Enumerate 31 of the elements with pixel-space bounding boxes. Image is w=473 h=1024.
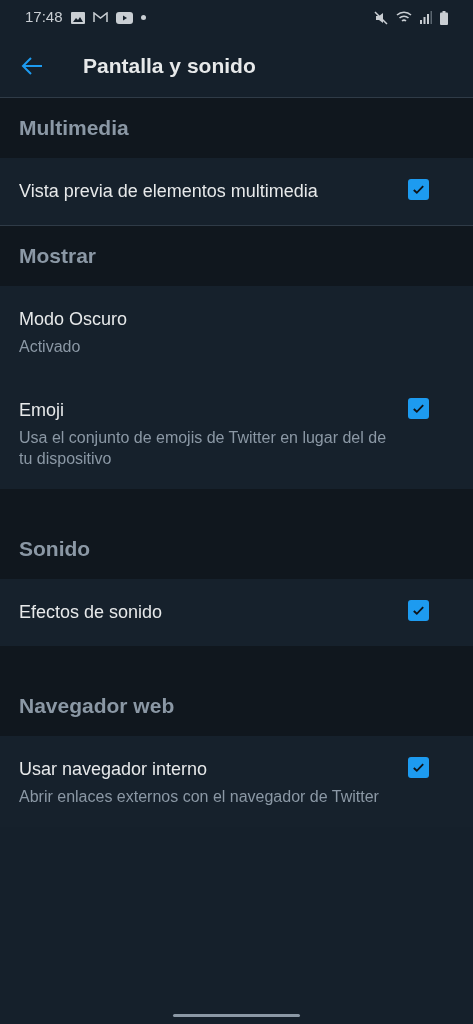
checkbox[interactable] bbox=[408, 179, 429, 200]
setting-row[interactable]: Efectos de sonido bbox=[0, 579, 473, 646]
page-title: Pantalla y sonido bbox=[83, 53, 256, 80]
section-heading: Sonido bbox=[19, 536, 91, 563]
setting-title: Vista previa de elementos multimedia bbox=[19, 180, 319, 203]
setting-description: Abrir enlaces externos con el navegador de Twitter bbox=[19, 787, 380, 807]
setting-row[interactable]: Emoji Usa el conjunto de emojis de Twitter en lugar del de tu dispositivo bbox=[0, 377, 473, 489]
setting-title: Usar navegador interno bbox=[19, 758, 209, 781]
checkbox[interactable] bbox=[408, 600, 429, 621]
mail-icon bbox=[92, 12, 108, 23]
checkbox[interactable] bbox=[408, 757, 429, 778]
wifi-icon bbox=[396, 11, 412, 24]
setting-title: Emoji bbox=[19, 399, 65, 422]
setting-title: Efectos de sonido bbox=[19, 601, 164, 624]
play-icon bbox=[115, 11, 133, 24]
setting-description: Activado bbox=[19, 337, 82, 357]
setting-title: Modo Oscuro bbox=[19, 308, 129, 331]
checkbox[interactable] bbox=[408, 398, 429, 419]
back-arrow-icon bbox=[21, 56, 43, 76]
signal-icon bbox=[420, 11, 432, 24]
setting-row[interactable]: Usar navegador interno Abrir enlaces externos con el navegador de Twitter bbox=[0, 736, 473, 827]
section-heading: Multimedia bbox=[19, 115, 129, 142]
mute-icon bbox=[374, 10, 388, 25]
battery-icon bbox=[440, 10, 448, 25]
status-time: 17:48 bbox=[25, 7, 63, 28]
image-icon bbox=[70, 11, 85, 24]
setting-row[interactable]: Vista previa de elementos multimedia bbox=[0, 158, 473, 225]
section-heading: Mostrar bbox=[19, 243, 97, 270]
setting-description: Usa el conjunto de emojis de Twitter en lugar del de tu dispositivo bbox=[19, 428, 388, 469]
setting-row[interactable]: Modo Oscuro Activado bbox=[0, 286, 473, 377]
section-heading: Navegador web bbox=[19, 693, 175, 720]
